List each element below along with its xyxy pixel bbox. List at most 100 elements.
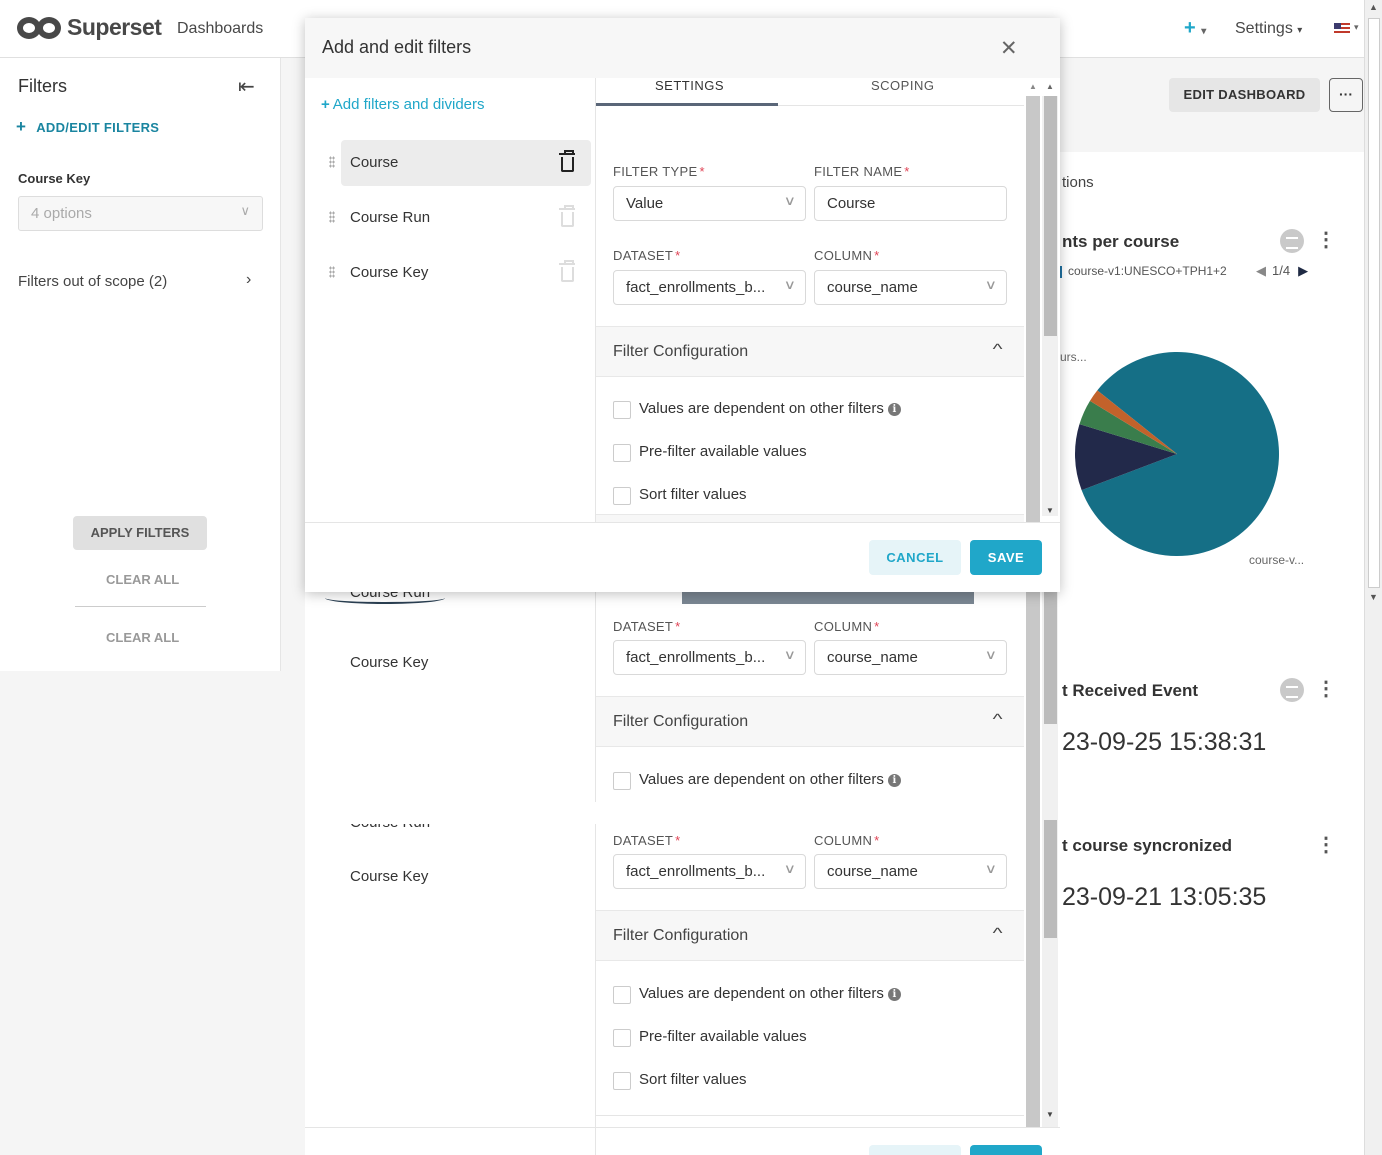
column-select[interactable]: course_name ∨ xyxy=(814,640,1007,675)
ghost-form-1: DATASET * COLUMN * fact_enrollments_b... ∨ … xyxy=(596,592,1024,822)
chevron-down-icon: ∨ xyxy=(784,277,797,292)
dependent-label-text: Values are dependent on other filters xyxy=(639,985,884,1002)
chart-menu-icon[interactable]: ⋮ xyxy=(1316,832,1336,857)
chart-menu-icon[interactable]: ⋮ xyxy=(1316,227,1336,252)
trash-icon[interactable] xyxy=(557,205,579,229)
trash-icon[interactable] xyxy=(557,150,579,174)
dependent-checkbox[interactable] xyxy=(613,986,631,1004)
close-icon[interactable]: ✕ xyxy=(1000,36,1018,61)
clear-all-button[interactable]: CLEAR ALL xyxy=(106,572,179,587)
next-section-edge xyxy=(596,514,1024,522)
scroll-down-arrow-icon[interactable]: ▼ xyxy=(1369,592,1378,602)
dashboard-tab-partial[interactable]: tions xyxy=(1062,174,1094,191)
required-mark: * xyxy=(699,164,705,179)
required-mark: * xyxy=(874,248,880,263)
apply-filters-button[interactable]: APPLY FILTERS xyxy=(73,516,207,550)
prefilter-checkbox[interactable] xyxy=(613,1029,631,1047)
active-tab-indicator xyxy=(596,103,778,106)
save-button[interactable]: SAVE xyxy=(970,540,1042,575)
info-icon[interactable]: i xyxy=(887,403,901,416)
dependent-checkbox[interactable] xyxy=(613,772,631,790)
tab-settings[interactable]: SETTINGS xyxy=(655,78,724,93)
filter-configuration-title: Filter Configuration xyxy=(613,343,749,360)
caret-left-icon[interactable]: ◀ xyxy=(1256,263,1266,278)
dataset-select[interactable]: fact_enrollments_b... ∨ xyxy=(613,640,806,675)
column-select[interactable]: course_name ∨ xyxy=(814,854,1007,889)
pie-chart[interactable] xyxy=(1074,351,1280,557)
tab-scoping[interactable]: SCOPING xyxy=(871,78,934,93)
dependent-label: Values are dependent on other filters i xyxy=(639,985,901,1002)
dataset-select[interactable]: fact_enrollments_b... ∨ xyxy=(613,854,806,889)
filters-out-of-scope-toggle[interactable]: Filters out of scope (2) xyxy=(18,273,167,290)
drag-handle-icon[interactable] xyxy=(329,266,335,278)
trash-icon[interactable] xyxy=(557,260,579,284)
drag-handle-icon[interactable] xyxy=(329,156,335,168)
scroll-up-arrow-icon[interactable]: ▲ xyxy=(1369,2,1378,12)
filter-configuration-header[interactable]: Filter Configuration ^ xyxy=(596,696,1024,747)
column-select[interactable]: course_name ∨ xyxy=(814,270,1007,305)
sort-checkbox[interactable] xyxy=(613,1072,631,1090)
add-edit-filters-modal: Add and edit filters ✕ + Add filters and … xyxy=(305,18,1060,592)
filter-name-input[interactable]: Course xyxy=(814,186,1007,221)
settings-tabs: SETTINGS SCOPING xyxy=(596,78,1024,106)
ghost-thumb-2 xyxy=(1044,820,1057,938)
us-flag-icon[interactable] xyxy=(1334,23,1350,35)
ghost-course-key: Course Key xyxy=(350,654,429,671)
dependent-checkbox[interactable] xyxy=(613,401,631,419)
add-filters-and-dividers-button[interactable]: + Add filters and dividers xyxy=(321,96,485,113)
filter-type-select[interactable]: Value ∨ xyxy=(613,186,806,221)
new-item-plus-icon[interactable]: + ▾ xyxy=(1184,17,1206,40)
dataset-select[interactable]: fact_enrollments_b... ∨ xyxy=(613,270,806,305)
clear-all-button-duplicate[interactable]: CLEAR ALL xyxy=(106,630,179,645)
course-key-select[interactable]: 4 options ∨ xyxy=(18,196,263,231)
last-course-sync-value: 23-09-21 13:05:35 xyxy=(1062,883,1267,911)
dashboard-more-button[interactable]: ··· xyxy=(1329,78,1363,112)
prefilter-checkbox[interactable] xyxy=(613,444,631,462)
info-icon[interactable]: i xyxy=(887,988,901,1001)
filter-configuration-header[interactable]: Filter Configuration ^ xyxy=(596,326,1024,377)
superset-logo[interactable]: Superset xyxy=(17,14,162,41)
ghost-scrollbar: ▼ xyxy=(1024,592,1060,1127)
nav-dashboards-link[interactable]: Dashboards xyxy=(177,20,263,38)
edit-dashboard-button[interactable]: EDIT DASHBOARD xyxy=(1169,78,1320,112)
chart-legend[interactable]: course-v1:UNESCO+TPH1+2 xyxy=(1058,264,1227,278)
scrollbar-thumb[interactable] xyxy=(1044,96,1057,336)
language-caret-icon[interactable]: ▾ xyxy=(1354,22,1359,33)
modal-title: Add and edit filters xyxy=(322,37,472,57)
settings-scrollbar[interactable]: ▲ ▲ ▼ xyxy=(1024,78,1060,522)
filter-item-course-run[interactable]: Course Run xyxy=(329,195,591,241)
scrollbar-thumb[interactable] xyxy=(1368,18,1380,588)
scroll-up-arrow-icon[interactable]: ▲ xyxy=(1046,82,1054,91)
scroll-up-arrow-icon[interactable]: ▲ xyxy=(1029,82,1037,91)
info-icon[interactable]: i xyxy=(887,774,901,787)
settings-menu[interactable]: Settings ▾ xyxy=(1235,20,1302,38)
drag-handle-icon[interactable] xyxy=(329,211,335,223)
scroll-down-arrow-icon[interactable]: ▼ xyxy=(1046,506,1054,515)
required-mark: * xyxy=(874,833,880,848)
pager-label: 1/4 xyxy=(1272,263,1291,278)
column-label: COLUMN * xyxy=(814,248,880,263)
filter-indicator-icon[interactable] xyxy=(1280,678,1304,702)
sort-checkbox[interactable] xyxy=(613,487,631,505)
filter-name-label-text: FILTER NAME xyxy=(814,164,903,179)
required-mark: * xyxy=(904,164,910,179)
column-label: COLUMN * xyxy=(814,619,880,634)
chevron-right-icon[interactable]: › xyxy=(246,271,251,289)
scrollbar-track[interactable] xyxy=(1026,96,1040,522)
filter-configuration-header[interactable]: Filter Configuration ^ xyxy=(596,910,1024,961)
add-edit-filters-button[interactable]: + ADD/EDIT FILTERS xyxy=(16,117,159,137)
divider xyxy=(75,606,206,607)
filter-type-value: Value xyxy=(626,195,664,212)
collapse-sidebar-icon[interactable]: ⇤ xyxy=(238,74,255,99)
filter-item-label: Course Key xyxy=(350,264,429,281)
course-key-filter-label: Course Key xyxy=(18,171,91,186)
cancel-button[interactable]: CANCEL xyxy=(869,540,961,575)
page-scrollbar[interactable]: ▲ ▼ xyxy=(1364,0,1382,1155)
filter-indicator-icon[interactable] xyxy=(1280,229,1304,253)
legend-pager[interactable]: ◀ 1/4 ▶ xyxy=(1256,263,1308,279)
prefilter-label: Pre-filter available values xyxy=(639,1028,807,1045)
filter-item-course[interactable]: Course xyxy=(329,140,591,186)
filter-item-course-key[interactable]: Course Key xyxy=(329,250,591,296)
chart-menu-icon[interactable]: ⋮ xyxy=(1316,676,1336,701)
caret-right-icon[interactable]: ▶ xyxy=(1298,263,1308,278)
